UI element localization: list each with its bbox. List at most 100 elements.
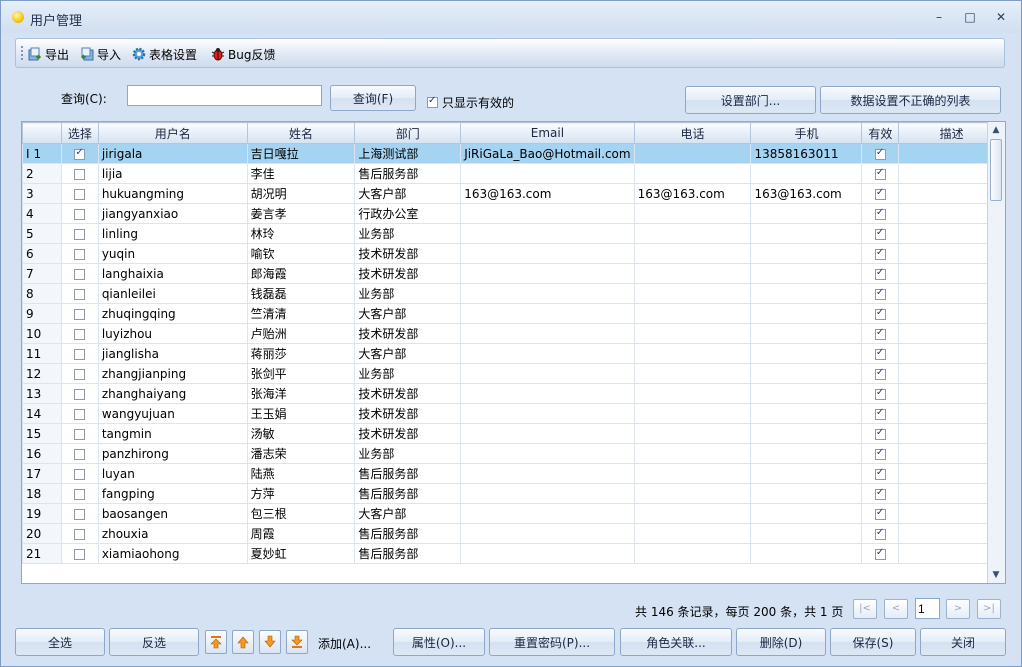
department-cell[interactable]: 业务部 [354,223,462,244]
select-cell[interactable] [60,503,99,524]
row-valid-checkbox[interactable] [874,147,886,160]
name-cell[interactable]: 潘志荣 [246,443,356,464]
mobile-cell[interactable] [750,363,863,384]
row-select-checkbox[interactable] [74,188,86,200]
row-valid-checkbox[interactable] [874,167,886,180]
mobile-cell[interactable]: 13858163011 [750,143,863,164]
username-cell[interactable]: hukuangming [97,183,248,204]
username-cell[interactable]: jianglisha [97,343,248,364]
column-header-name[interactable]: 姓名 [246,122,356,144]
select-cell[interactable] [60,523,99,544]
move-up-button[interactable] [232,630,254,654]
select-cell[interactable] [60,243,99,264]
department-cell[interactable]: 技术研发部 [354,263,462,284]
row-valid-checkbox[interactable] [874,227,886,240]
row-number-cell[interactable]: 3 [22,183,62,204]
department-cell[interactable]: 售后服务部 [354,163,462,184]
valid-cell[interactable] [861,263,900,284]
table-row[interactable]: 4 jiangyanxiao 姜言孝 行政办公室 [22,203,1005,224]
table-row[interactable]: 18 fangping 方萍 售后服务部 [22,483,1005,504]
previous-page-button[interactable]: < [884,599,908,619]
column-header-email[interactable]: Email [460,122,635,144]
valid-cell[interactable] [861,303,900,324]
phone-cell[interactable] [633,343,752,364]
phone-cell[interactable] [633,323,752,344]
row-number-cell[interactable]: 15 [22,423,62,444]
email-cell[interactable] [460,203,635,224]
phone-cell[interactable] [633,503,752,524]
department-cell[interactable]: 业务部 [354,283,462,304]
mobile-cell[interactable] [750,483,863,504]
table-row[interactable]: 20 zhouxia 周霞 售后服务部 [22,523,1005,544]
select-cell[interactable] [60,403,99,424]
row-select-checkbox[interactable] [74,328,86,340]
select-cell[interactable] [60,263,99,284]
row-select-checkbox[interactable] [74,468,86,480]
page-number-input[interactable] [915,598,940,619]
name-cell[interactable]: 汤敏 [246,423,356,444]
row-number-cell[interactable]: 4 [22,203,62,224]
row-valid-checkbox[interactable] [874,247,886,260]
department-cell[interactable]: 技术研发部 [354,323,462,344]
name-cell[interactable]: 王玉娟 [246,403,356,424]
mobile-cell[interactable] [750,383,863,404]
department-cell[interactable]: 技术研发部 [354,423,462,444]
row-number-cell[interactable]: 12 [22,363,62,384]
valid-cell[interactable] [861,203,900,224]
phone-cell[interactable] [633,423,752,444]
select-cell[interactable] [60,303,99,324]
row-select-checkbox[interactable] [74,348,86,360]
phone-cell[interactable] [633,303,752,324]
row-valid-checkbox[interactable] [874,347,886,360]
mobile-cell[interactable] [750,303,863,324]
select-cell[interactable] [60,323,99,344]
table-row[interactable]: 13 zhanghaiyang 张海洋 技术研发部 [22,383,1005,404]
only-valid-toggle[interactable]: 只显示有效的 [427,94,514,111]
row-select-checkbox[interactable] [74,428,86,440]
mobile-cell[interactable] [750,343,863,364]
username-cell[interactable]: lijia [97,163,248,184]
table-row[interactable]: 5 linling 林玲 业务部 [22,223,1005,244]
email-cell[interactable] [460,243,635,264]
username-cell[interactable]: tangmin [97,423,248,444]
mobile-cell[interactable] [750,243,863,264]
email-cell[interactable] [460,463,635,484]
row-number-cell[interactable]: 17 [22,463,62,484]
department-cell[interactable]: 技术研发部 [354,243,462,264]
row-number-cell[interactable]: 16 [22,443,62,464]
row-number-cell[interactable]: 13 [22,383,62,404]
name-cell[interactable]: 方萍 [246,483,356,504]
column-header-phone[interactable]: 电话 [633,122,752,144]
only-valid-checkbox[interactable] [427,95,438,108]
mobile-cell[interactable] [750,403,863,424]
name-cell[interactable]: 张剑平 [246,363,356,384]
maximize-button[interactable]: □ [959,9,981,25]
row-select-checkbox[interactable] [74,147,86,160]
mobile-cell[interactable] [750,263,863,284]
mobile-cell[interactable] [750,503,863,524]
department-cell[interactable]: 大客户部 [354,183,462,204]
row-valid-checkbox[interactable] [874,287,886,300]
department-cell[interactable]: 大客户部 [354,503,462,524]
phone-cell[interactable] [633,463,752,484]
row-number-cell[interactable]: 10 [22,323,62,344]
row-valid-checkbox[interactable] [874,207,886,220]
row-number-cell[interactable]: 5 [22,223,62,244]
email-cell[interactable] [460,383,635,404]
email-cell[interactable] [460,223,635,244]
row-number-cell[interactable]: 2 [22,163,62,184]
close-window-button[interactable]: ✕ [990,9,1012,25]
username-cell[interactable]: fangping [97,483,248,504]
select-cell[interactable] [60,543,99,564]
row-select-checkbox[interactable] [74,208,86,220]
select-cell[interactable] [60,443,99,464]
department-cell[interactable]: 上海测试部 [354,143,462,164]
phone-cell[interactable] [633,483,752,504]
email-cell[interactable] [460,523,635,544]
mobile-cell[interactable] [750,163,863,184]
next-page-button[interactable]: > [946,599,970,619]
phone-cell[interactable] [633,263,752,284]
table-row[interactable]: 3 hukuangming 胡况明 大客户部 163@163.com 163@163.co… [22,183,1005,204]
move-bottom-button[interactable] [286,630,308,654]
table-row[interactable]: 10 luyizhou 卢贻洲 技术研发部 [22,323,1005,344]
